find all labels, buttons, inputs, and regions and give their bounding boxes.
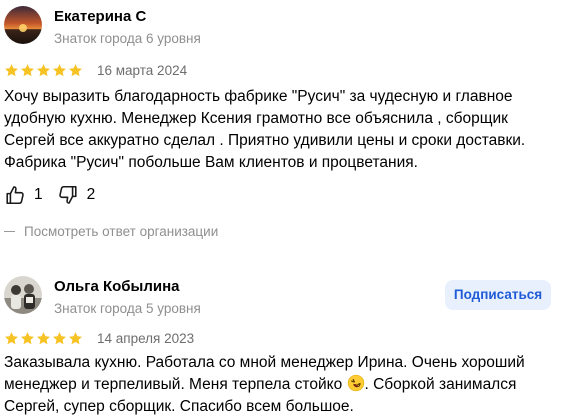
- author-name[interactable]: Ольга Кобылина: [54, 278, 180, 296]
- star-icon: [5, 63, 18, 76]
- review-card: Ольга Кобылина Знаток города 5 уровня По…: [0, 270, 561, 415]
- star-icon: [37, 63, 50, 76]
- rofl-emoji: [347, 374, 364, 392]
- star-icon: [5, 331, 18, 344]
- star-icon: [69, 331, 82, 344]
- author-name[interactable]: Екатерина С: [54, 8, 146, 26]
- avatar[interactable]: [4, 6, 42, 44]
- review-text: Заказывала кухню. Работала со мной менед…: [4, 352, 556, 418]
- rating-stars: [4, 63, 83, 78]
- review-card: Екатерина С Знаток города 6 уровня 16 ма…: [0, 0, 561, 239]
- review-header: Екатерина С Знаток города 6 уровня: [0, 0, 561, 58]
- review-meta: 16 марта 2024: [4, 59, 187, 81]
- like-count: 1: [34, 186, 43, 203]
- thumbs-up-icon: [6, 186, 24, 205]
- rating-stars: [4, 331, 83, 346]
- divider-dash: [4, 230, 15, 232]
- star-icon: [21, 63, 34, 76]
- view-owner-reply-label: Посмотреть ответ организации: [24, 223, 219, 239]
- review-meta: 14 апреля 2023: [4, 327, 194, 349]
- dislike-count: 2: [86, 186, 96, 203]
- review-header: Ольга Кобылина Знаток города 5 уровня По…: [0, 270, 561, 328]
- view-owner-reply-link[interactable]: Посмотреть ответ организации: [4, 222, 218, 240]
- review-date: 16 марта 2024: [97, 62, 188, 78]
- review-reactions: 1 2: [4, 182, 109, 208]
- subscribe-button[interactable]: Подписаться: [445, 280, 551, 310]
- star-icon: [37, 331, 50, 344]
- author-level: Знаток города 6 уровня: [54, 31, 201, 46]
- review-date: 14 апреля 2023: [97, 330, 195, 346]
- author-level: Знаток города 5 уровня: [54, 301, 201, 316]
- dislike-button[interactable]: 2: [57, 184, 96, 206]
- star-icon: [21, 331, 34, 344]
- review-text: Хочу выразить благодарность фабрике "Рус…: [4, 88, 526, 171]
- like-button[interactable]: 1: [4, 184, 43, 206]
- star-icon: [69, 63, 82, 76]
- avatar[interactable]: [4, 276, 42, 314]
- star-icon: [53, 331, 66, 344]
- thumbs-down-icon: [58, 185, 77, 204]
- star-icon: [53, 63, 66, 76]
